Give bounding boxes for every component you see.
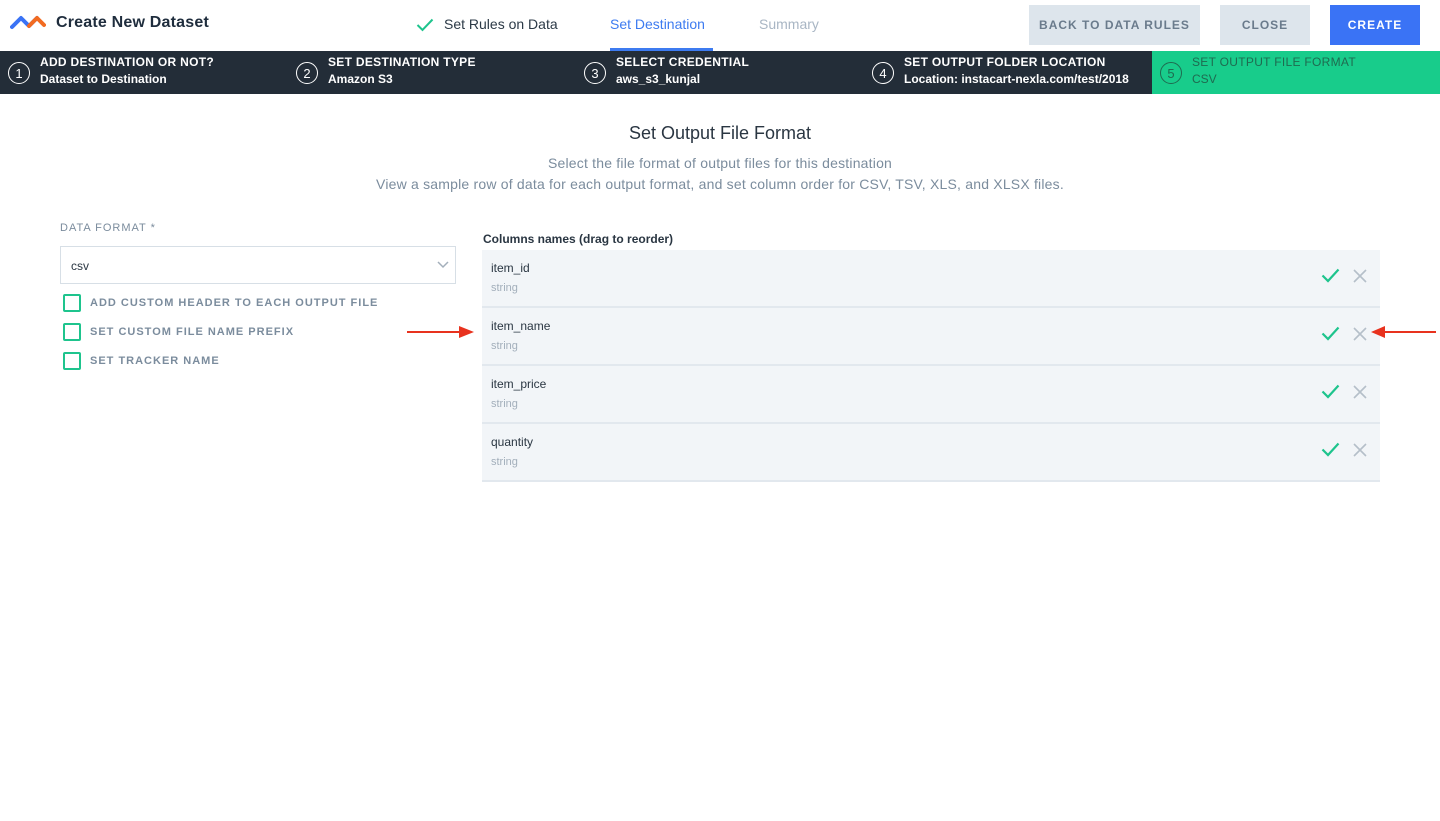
- stepper-step-1[interactable]: 1 ADD DESTINATION OR NOT? Dataset to Des…: [0, 51, 288, 94]
- column-type: string: [491, 340, 518, 352]
- data-format-select[interactable]: csv: [60, 246, 456, 284]
- check-icon[interactable]: [1321, 326, 1340, 341]
- option-custom-file-name-prefix[interactable]: SET CUSTOM FILE NAME PREFIX: [63, 323, 294, 341]
- stepper-step-4[interactable]: 4 SET OUTPUT FOLDER LOCATION Location: i…: [864, 51, 1152, 94]
- column-type: string: [491, 456, 518, 468]
- step-value: CSV: [1192, 72, 1217, 86]
- tab-label: Set Rules on Data: [444, 16, 558, 32]
- chevron-down-icon: [437, 261, 449, 269]
- column-type: string: [491, 398, 518, 410]
- step-number: 1: [8, 62, 30, 84]
- columns-label: Columns names (drag to reorder): [483, 232, 674, 246]
- column-name: item_price: [491, 377, 547, 391]
- option-custom-header[interactable]: ADD CUSTOM HEADER TO EACH OUTPUT FILE: [63, 294, 378, 312]
- checkbox[interactable]: [63, 352, 81, 370]
- checkbox-label: SET CUSTOM FILE NAME PREFIX: [90, 326, 295, 338]
- step-title: SELECT CREDENTIAL: [616, 55, 750, 69]
- column-row[interactable]: item_id string: [482, 250, 1380, 308]
- column-name: item_name: [491, 319, 551, 333]
- stepper-step-3[interactable]: 3 SELECT CREDENTIAL aws_s3_kunjal: [576, 51, 864, 94]
- close-icon[interactable]: [1353, 327, 1367, 341]
- close-icon[interactable]: [1353, 443, 1367, 457]
- tab-set-rules-on-data[interactable]: Set Rules on Data: [416, 16, 558, 51]
- stepper-step-5[interactable]: 5 SET OUTPUT FILE FORMAT CSV: [1152, 51, 1440, 94]
- back-to-data-rules-button[interactable]: BACK TO DATA RULES: [1029, 5, 1200, 45]
- option-tracker-name[interactable]: SET TRACKER NAME: [63, 352, 220, 370]
- column-name: item_id: [491, 261, 530, 275]
- checkbox-label: ADD CUSTOM HEADER TO EACH OUTPUT FILE: [90, 297, 379, 309]
- step-value: Location: instacart-nexla.com/test/2018: [904, 72, 1129, 86]
- step-value: Amazon S3: [328, 72, 393, 86]
- column-row[interactable]: item_name string: [482, 308, 1380, 366]
- step-number: 2: [296, 62, 318, 84]
- data-format-label: DATA FORMAT *: [60, 222, 156, 234]
- wizard-stepper: 1 ADD DESTINATION OR NOT? Dataset to Des…: [0, 51, 1440, 94]
- annotation-arrow-left-icon: [1371, 326, 1436, 338]
- column-row[interactable]: quantity string: [482, 424, 1380, 482]
- check-icon[interactable]: [1321, 442, 1340, 457]
- step-title: ADD DESTINATION OR NOT?: [40, 55, 215, 69]
- column-type: string: [491, 282, 518, 294]
- checkbox[interactable]: [63, 323, 81, 341]
- tab-set-destination[interactable]: Set Destination: [610, 16, 713, 51]
- data-format-value: csv: [71, 259, 89, 273]
- checkbox-label: SET TRACKER NAME: [90, 355, 220, 367]
- column-name: quantity: [491, 435, 534, 449]
- page-title: Create New Dataset: [56, 14, 209, 31]
- annotation-arrow-right-icon: [407, 326, 474, 338]
- section-subtitle: Select the file format of output files f…: [547, 155, 893, 171]
- close-icon[interactable]: [1353, 269, 1367, 283]
- check-icon[interactable]: [1321, 268, 1340, 283]
- step-value: aws_s3_kunjal: [616, 72, 701, 86]
- column-row[interactable]: item_price string: [482, 366, 1380, 424]
- step-title: SET OUTPUT FOLDER LOCATION: [904, 55, 1106, 69]
- step-title: SET OUTPUT FILE FORMAT: [1192, 55, 1356, 69]
- check-icon[interactable]: [1321, 384, 1340, 399]
- top-bar: Create New Dataset Set Rules on Data Set…: [0, 0, 1440, 51]
- checkbox[interactable]: [63, 294, 81, 312]
- create-button[interactable]: CREATE: [1330, 5, 1420, 45]
- section-description: View a sample row of data for each outpu…: [376, 176, 1064, 192]
- close-icon[interactable]: [1353, 385, 1367, 399]
- close-button[interactable]: CLOSE: [1220, 5, 1310, 45]
- step-title: SET DESTINATION TYPE: [328, 55, 476, 69]
- step-number: 4: [872, 62, 894, 84]
- app-logo-icon: [10, 16, 46, 29]
- step-value: Dataset to Destination: [40, 72, 167, 86]
- step-number: 3: [584, 62, 606, 84]
- step-number: 5: [1160, 62, 1182, 84]
- stepper-step-2[interactable]: 2 SET DESTINATION TYPE Amazon S3: [288, 51, 576, 94]
- check-icon: [416, 18, 434, 32]
- tab-summary[interactable]: Summary: [759, 16, 819, 51]
- section-heading: Set Output File Format: [628, 123, 812, 143]
- columns-list: item_id string item_name string item_pri…: [482, 250, 1380, 482]
